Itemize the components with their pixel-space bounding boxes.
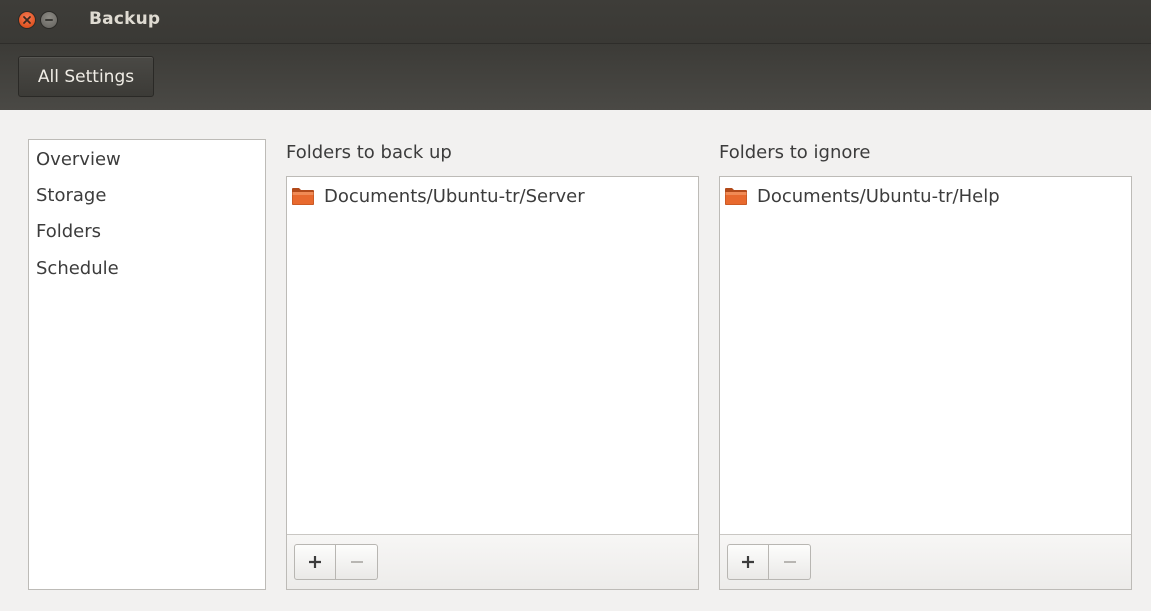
folder-path: Documents/Ubuntu-tr/Help [757,185,1000,207]
folder-icon [724,186,748,206]
minimize-window-button[interactable] [40,11,58,29]
ignore-folders-list[interactable]: Documents/Ubuntu-tr/Help [720,177,1131,535]
backup-folders-heading: Folders to back up [286,142,452,163]
plus-icon [308,555,322,569]
plus-icon [741,555,755,569]
window-title: Backup [89,9,161,29]
folder-path: Documents/Ubuntu-tr/Server [324,185,585,207]
add-ignore-folder-button[interactable] [727,544,769,580]
list-item[interactable]: Documents/Ubuntu-tr/Help [724,181,1000,211]
add-backup-folder-button[interactable] [294,544,336,580]
sidebar-item-label: Folders [36,220,102,242]
remove-ignore-folder-button[interactable] [769,544,811,580]
sidebar-item-label: Schedule [36,257,119,279]
ignore-folders-toolbar [720,535,1131,589]
sidebar-item-label: Storage [36,184,107,206]
minimize-icon [44,15,54,25]
sidebar-item-overview[interactable]: Overview [36,144,256,174]
all-settings-button[interactable]: All Settings [18,56,154,97]
minus-icon [783,555,797,569]
sidebar-item-storage[interactable]: Storage [36,180,256,210]
sidebar-item-label: Overview [36,148,121,170]
close-window-button[interactable] [18,11,36,29]
sidebar-nav: Overview Storage Folders Schedule [28,139,266,590]
backup-folders-buttons [294,544,378,580]
toolbar: All Settings [0,43,1151,110]
minus-icon [350,555,364,569]
ignore-folders-panel: Documents/Ubuntu-tr/Help [719,176,1132,590]
backup-folders-toolbar [287,535,698,589]
ignore-folders-heading: Folders to ignore [719,142,871,163]
backup-folders-panel: Documents/Ubuntu-tr/Server [286,176,699,590]
sidebar-item-schedule[interactable]: Schedule [36,253,256,283]
title-bar: Backup [0,0,1151,43]
ignore-folders-buttons [727,544,811,580]
remove-backup-folder-button[interactable] [336,544,378,580]
list-item[interactable]: Documents/Ubuntu-tr/Server [291,181,585,211]
close-icon [22,15,32,25]
backup-folders-list[interactable]: Documents/Ubuntu-tr/Server [287,177,698,535]
folder-icon [291,186,315,206]
sidebar-item-folders[interactable]: Folders [36,216,256,246]
